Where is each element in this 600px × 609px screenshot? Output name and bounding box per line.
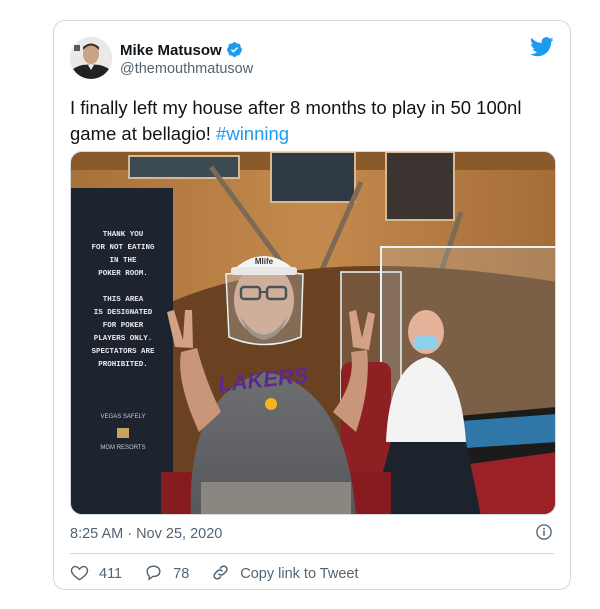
tweet-text-main: I finally left my house after 8 months t…: [70, 97, 522, 144]
sign-line-7: IS DESIGNATED: [94, 309, 153, 317]
author-handle[interactable]: @themouthmatusow: [120, 61, 253, 77]
sign-line-8: FOR POKER: [103, 322, 144, 330]
reply-count: 78: [173, 566, 190, 582]
tweet-timestamp[interactable]: 8:25 AM · Nov 25, 2020: [70, 526, 222, 542]
photo-canvas: THANK YOU FOR NOT EATING IN THE POKER RO…: [71, 152, 555, 514]
sign-footer: VEGAS SAFELY: [101, 414, 146, 420]
heart-icon: [70, 563, 99, 586]
tweet-photo[interactable]: THANK YOU FOR NOT EATING IN THE POKER RO…: [70, 151, 556, 515]
author-avatar[interactable]: [70, 37, 112, 79]
tweet-card: Mike Matusow @themouthmatusow I finally …: [53, 20, 571, 590]
hashtag-link[interactable]: #winning: [216, 123, 289, 144]
author-name[interactable]: Mike Matusow: [120, 41, 243, 62]
sign-brand: MGM RESORTS: [100, 445, 145, 451]
like-count: 411: [99, 566, 123, 582]
copy-link-label: Copy link to Tweet: [240, 566, 359, 582]
link-icon: [211, 563, 240, 586]
hat-text: Mlife: [255, 257, 274, 266]
sign-line-11: PROHIBITED.: [98, 361, 148, 369]
tweet-actions: 411 78 Copy link to Tweet: [70, 563, 358, 585]
twitter-bird-icon[interactable]: [530, 37, 554, 62]
tweet-text: I finally left my house after 8 months t…: [70, 95, 550, 147]
info-icon[interactable]: [535, 523, 553, 546]
sign-line-1: THANK YOU: [103, 231, 144, 239]
copy-link-button[interactable]: Copy link to Tweet: [211, 563, 358, 586]
reply-bubble-icon: [144, 563, 173, 586]
sign-line-4: POKER ROOM.: [98, 270, 148, 278]
sign-line-2: FOR NOT EATING: [91, 244, 155, 252]
divider: [70, 553, 554, 554]
like-button[interactable]: 411: [70, 563, 122, 586]
reply-button[interactable]: 78: [144, 563, 189, 586]
verified-badge-icon: [226, 41, 243, 62]
sign-line-10: SPECTATORS ARE: [91, 348, 155, 356]
sign-line-9: PLAYERS ONLY.: [94, 335, 153, 343]
sign-line-3: IN THE: [109, 257, 137, 265]
mgm-logo-icon: [117, 428, 129, 438]
author-name-text[interactable]: Mike Matusow: [120, 42, 222, 59]
sign-line-6: THIS AREA: [103, 296, 144, 304]
